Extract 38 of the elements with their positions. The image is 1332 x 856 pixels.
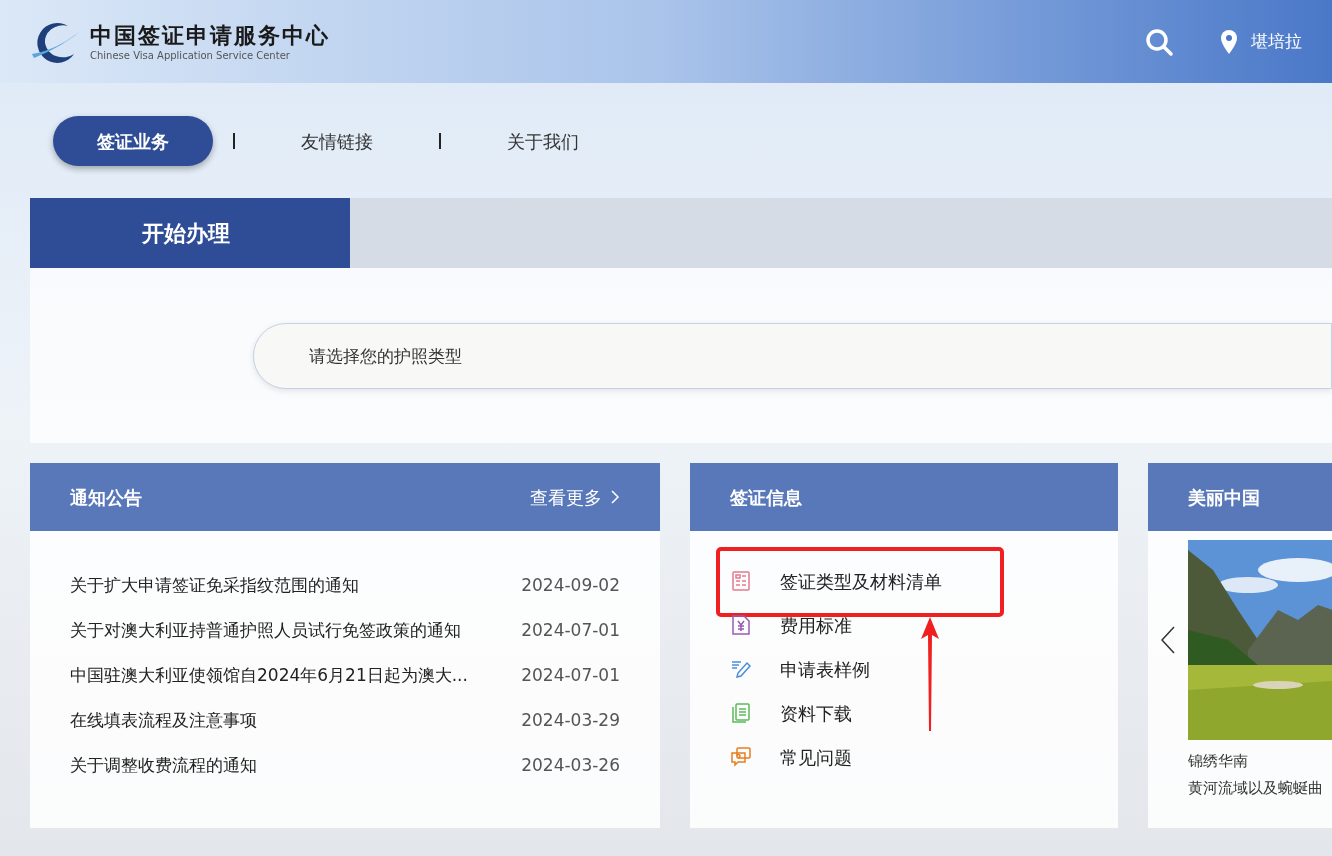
notice-date: 2024-07-01 [521,663,620,687]
notice-link[interactable]: 关于调整收费流程的通知 [70,752,522,779]
card-title: 签证信息 [730,485,802,510]
nav-tab[interactable]: 签证业务 [53,116,213,166]
card-title: 通知公告 [70,485,142,510]
visa-info-link[interactable]: 资料下载 [780,699,852,727]
passport-type-field[interactable]: 请选择您的护照类型 [253,322,1332,389]
logo-title: 中国签证申请服务中心 [90,20,330,49]
search-icon[interactable] [1144,26,1174,57]
notice-date: 2024-03-26 [521,753,620,777]
section-title: 开始办理 [30,198,350,268]
yen-document-icon [730,614,752,636]
list-icon [730,570,752,592]
location-pin-icon [1219,29,1239,54]
logo-subtitle: Chinese Visa Application Service Center [90,48,291,63]
visa-info-link[interactable]: 常见问题 [780,743,852,771]
chevron-right-icon [610,490,620,504]
notice-date: 2024-07-01 [521,618,620,642]
visa-info-link[interactable]: 费用标准 [780,611,852,639]
slide-text: 黄河流域以及蜿蜒曲 [1188,777,1324,799]
notice-link[interactable]: 在线填表流程及注意事项 [70,707,522,734]
notice-date: 2024-03-29 [521,708,620,732]
chevron-left-icon[interactable] [1161,626,1175,654]
pencil-icon [730,658,752,680]
notice-link[interactable]: 中国驻澳大利亚使领馆自2024年6月21日起为澳大... [70,662,522,689]
notice-link[interactable]: 关于对澳大利亚持普通护照人员试行免签政策的通知 [70,617,522,644]
view-more-link[interactable]: 查看更多 [530,483,620,511]
documents-icon [730,702,752,724]
nav-tab[interactable]: 关于我们 [441,116,645,166]
question-chat-icon [730,746,752,768]
nav-tab[interactable]: 友情链接 [235,116,439,166]
slide-caption: 锦绣华南 [1188,751,1249,772]
notice-link[interactable]: 关于扩大申请签证免采指纹范围的通知 [70,572,522,599]
visa-info-link[interactable]: 申请表样例 [780,655,870,683]
card-title: 美丽中国 [1188,485,1260,510]
notice-date: 2024-09-02 [521,573,620,597]
location-link[interactable]: 堪培拉 [1251,28,1302,55]
visa-info-link[interactable]: 签证类型及材料清单 [780,567,942,595]
